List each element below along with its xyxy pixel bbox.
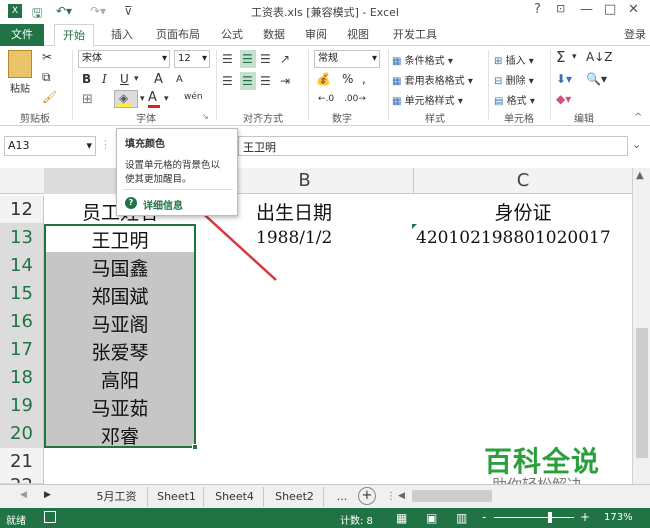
- zoom-level[interactable]: 173%: [604, 512, 633, 523]
- zoom-slider-track[interactable]: [494, 517, 574, 518]
- sheet-tab-may-salary[interactable]: 5月工资: [86, 487, 148, 507]
- tooltip-more-link[interactable]: 详细信息: [143, 197, 183, 212]
- help-icon: ?: [125, 197, 137, 209]
- sheet-tab-sheet1[interactable]: Sheet1: [150, 487, 204, 507]
- tooltip-divider: [123, 189, 233, 190]
- zoom-in-button[interactable]: +: [580, 510, 590, 524]
- scroll-tabs-left-icon[interactable]: ◀: [20, 490, 27, 500]
- scroll-tabs-right-icon[interactable]: ▶: [44, 490, 51, 500]
- sheet-tab-sheet2[interactable]: Sheet2: [266, 487, 324, 507]
- status-count: 计数: 8: [340, 516, 373, 527]
- sheet-tab-sheet4[interactable]: Sheet4: [206, 487, 264, 507]
- tooltip-title: 填充颜色: [125, 139, 165, 150]
- status-bar: 就绪 计数: 8 ▦ ▣ ▥ - + 173%: [0, 508, 650, 528]
- macro-record-icon[interactable]: [44, 511, 56, 523]
- more-sheets-button[interactable]: ...: [330, 487, 354, 507]
- sheet-tabs-bar: ◀ ▶ 5月工资 Sheet1 Sheet4 Sheet2 ... + ⋮ ◀: [0, 484, 650, 508]
- horizontal-scroll-grip-icon: ⋮: [386, 491, 396, 502]
- status-ready: 就绪: [6, 516, 26, 527]
- zoom-slider-handle[interactable]: [548, 512, 552, 523]
- page-break-view-icon[interactable]: ▥: [456, 511, 467, 525]
- tooltip-desc-line1: 设置单元格的背景色以: [125, 160, 221, 171]
- normal-view-icon[interactable]: ▦: [396, 511, 407, 525]
- scroll-left-icon[interactable]: ◀: [398, 491, 405, 501]
- fill-color-tooltip: 填充颜色 设置单元格的背景色以 使其更加醒目。 ? 详细信息: [116, 128, 238, 216]
- add-sheet-button[interactable]: +: [358, 487, 376, 505]
- horizontal-scroll-thumb[interactable]: [412, 490, 492, 502]
- tooltip-desc-line2: 使其更加醒目。: [125, 174, 192, 185]
- page-layout-view-icon[interactable]: ▣: [426, 511, 437, 525]
- zoom-out-button[interactable]: -: [482, 510, 486, 524]
